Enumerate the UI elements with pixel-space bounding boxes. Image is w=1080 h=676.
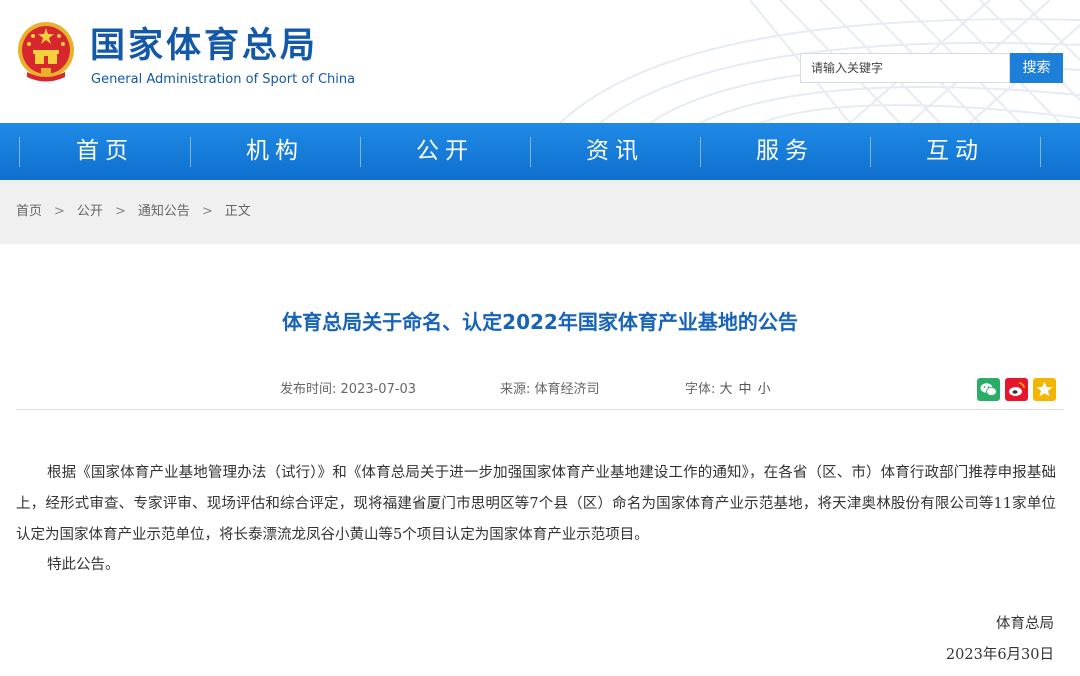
favorite-icon[interactable] [1033,378,1056,401]
national-emblem-logo [18,22,74,82]
nav-item-disclosure[interactable]: 公开 [360,123,530,180]
nav-divider [1040,137,1041,167]
site-header: 国家体育总局 General Administration of Sport o… [0,0,1080,123]
search-input[interactable]: 请输入关键字 [800,53,1010,83]
meta-divider [16,409,1064,410]
main-nav: 首页 机构 公开 资讯 服务 互动 [0,123,1080,180]
breadcrumb-bar: 首页 > 公开 > 通知公告 > 正文 [0,180,1080,244]
article-source: 来源: 体育经济司 [500,380,600,400]
publish-time-label: 发布时间: [280,382,337,397]
site-subtitle: General Administration of Sport of China [91,72,356,87]
article-paragraph: 根据《国家体育产业基地管理办法（试行）》和《体育总局关于进一步加强国家体育产业基… [16,465,1056,543]
site-title[interactable]: 国家体育总局 [90,26,318,66]
source-label: 来源: [500,382,531,397]
nav-item-services[interactable]: 服务 [700,123,870,180]
breadcrumb-separator: > [114,204,126,219]
article-paragraph: 特此公告。 [47,557,120,573]
nav-item-news[interactable]: 资讯 [530,123,700,180]
breadcrumb-disclosure-link[interactable]: 公开 [77,204,103,219]
publish-time-value: 2023-07-03 [340,382,417,397]
breadcrumb: 首页 > 公开 > 通知公告 > 正文 [16,180,251,244]
font-size-large-button[interactable]: 大 [720,382,733,397]
font-size-medium-button[interactable]: 中 [739,382,752,397]
nav-item-interaction[interactable]: 互动 [870,123,1040,180]
breadcrumb-separator: > [201,204,213,219]
wechat-icon[interactable] [977,378,1000,401]
breadcrumb-home-link[interactable]: 首页 [16,204,42,219]
article-title: 体育总局关于命名、认定2022年国家体育产业基地的公告 [282,310,798,334]
source-value: 体育经济司 [534,382,600,397]
font-size-small-button[interactable]: 小 [758,382,771,397]
search-button[interactable]: 搜索 [1010,53,1063,83]
font-size-label: 字体: [685,382,716,397]
article-signature: 体育总局 [996,616,1054,632]
weibo-icon[interactable] [1005,378,1028,401]
font-size-control: 字体: 大中小 [685,380,777,400]
nav-item-organization[interactable]: 机构 [190,123,360,180]
article-sign-date: 2023年6月30日 [945,647,1054,663]
publish-time: 发布时间: 2023-07-03 [280,380,416,400]
breadcrumb-notices-link[interactable]: 通知公告 [138,204,190,219]
breadcrumb-current: 正文 [224,204,251,219]
nav-item-home[interactable]: 首页 [20,123,190,180]
breadcrumb-separator: > [54,204,65,219]
